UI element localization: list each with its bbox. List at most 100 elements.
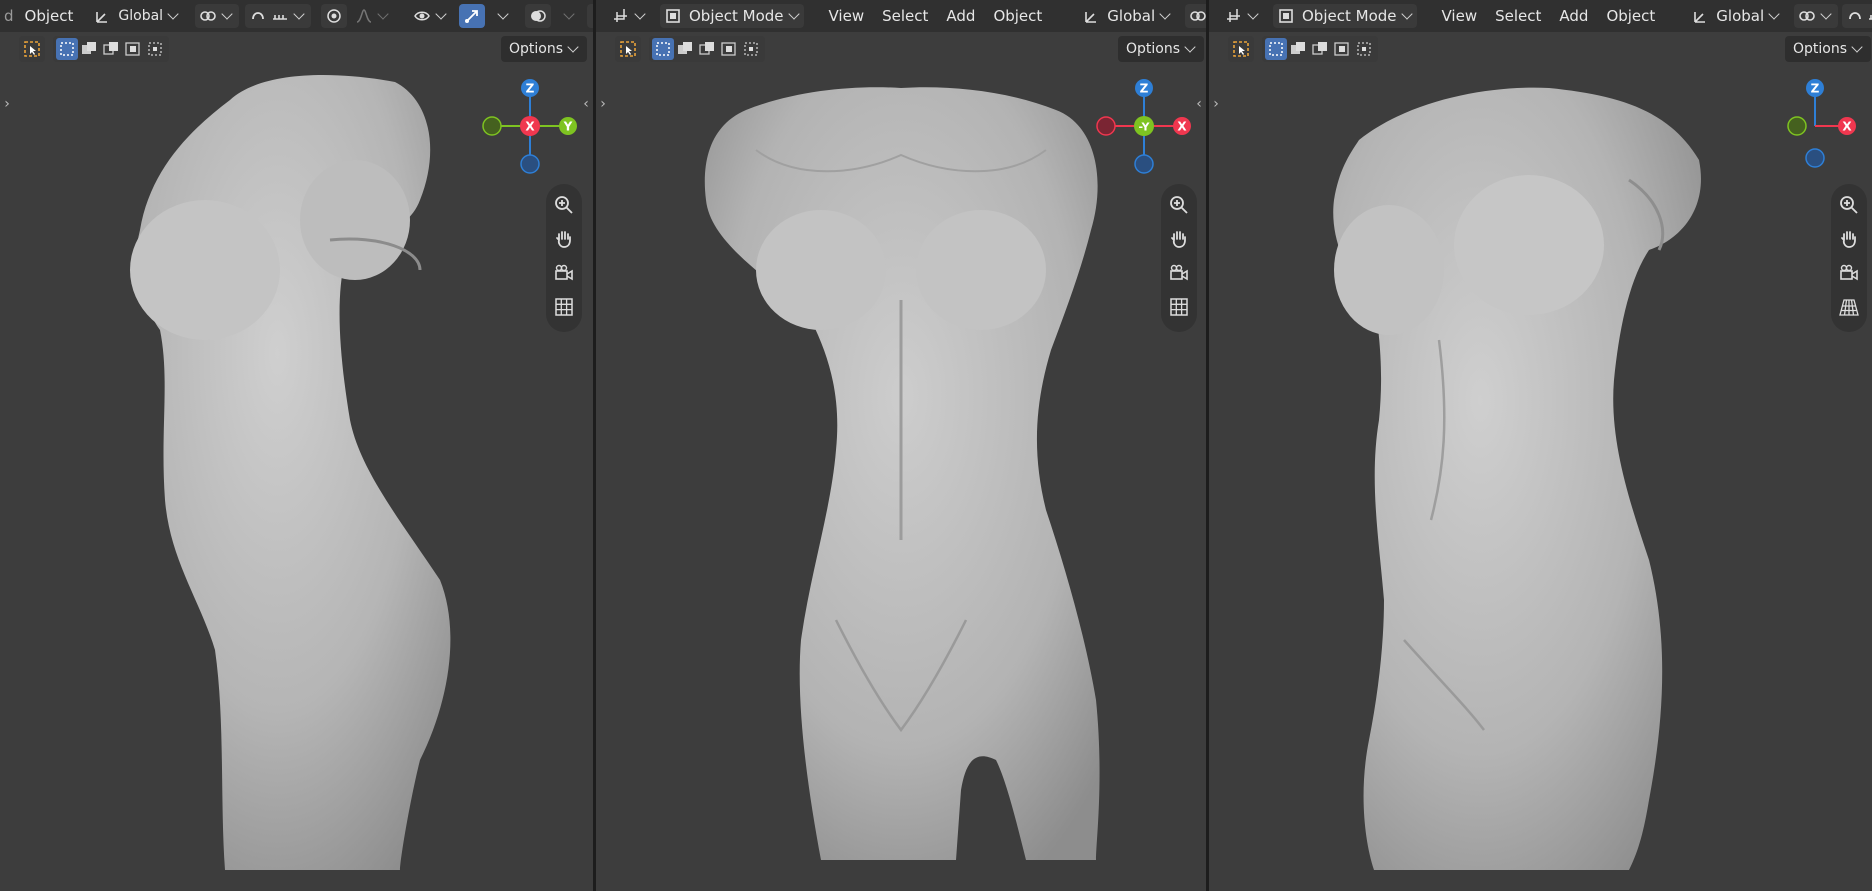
zoom-button[interactable] (1166, 194, 1192, 220)
truncated-menu-label[interactable]: d (0, 4, 16, 28)
selection-mode-group (53, 36, 169, 62)
navigation-gizmo[interactable]: Z X -Y (1096, 72, 1192, 182)
header-left: d Object Global (0, 0, 593, 32)
transform-orientation-dropdown[interactable]: Global (1688, 4, 1786, 28)
add-menu[interactable]: Add (1550, 4, 1597, 28)
increment-icon (271, 7, 289, 25)
select-invert-icon (1333, 40, 1351, 58)
gizmo-neg-z-axis[interactable] (520, 154, 540, 174)
chevron-down-icon (1247, 8, 1259, 20)
select-mode-extend[interactable] (674, 38, 696, 60)
editor-type-icon (1225, 7, 1243, 25)
toolbar-expand-arrow[interactable]: › (598, 94, 608, 114)
select-mode-new[interactable] (56, 38, 78, 60)
camera-view-button[interactable] (1836, 262, 1862, 288)
select-mode-invert[interactable] (718, 38, 740, 60)
interaction-mode-dropdown[interactable]: Object Mode (1273, 4, 1417, 28)
falloff-dropdown[interactable] (351, 4, 395, 28)
interaction-mode-dropdown[interactable]: Object Mode (660, 4, 804, 28)
ortho-toggle-button[interactable] (551, 296, 577, 322)
pan-hand-icon (1168, 228, 1190, 254)
visibility-dropdown[interactable] (409, 4, 453, 28)
viewport-right[interactable]: Object Mode View Select Add Object Globa… (1209, 0, 1872, 891)
camera-view-icon (553, 262, 575, 288)
select-subtract-icon (102, 40, 120, 58)
perspective-toggle-button[interactable] (1836, 296, 1862, 322)
pan-button[interactable] (551, 228, 577, 254)
object-menu[interactable]: Object (1597, 4, 1664, 28)
camera-view-button[interactable] (551, 262, 577, 288)
select-subtract-icon (698, 40, 716, 58)
camera-view-button[interactable] (1166, 262, 1192, 288)
chevron-down-icon (435, 8, 447, 20)
gizmo-neg-y-axis[interactable] (482, 116, 502, 136)
pan-button[interactable] (1836, 228, 1862, 254)
select-mode-extend[interactable] (78, 38, 100, 60)
ortho-toggle-button[interactable] (1166, 296, 1192, 322)
snap-toggle[interactable] (245, 4, 312, 28)
select-mode-subtract[interactable] (100, 38, 122, 60)
viewport-center[interactable]: Object Mode View Select Add Object Globa… (596, 0, 1206, 891)
proportional-edit-toggle[interactable] (321, 4, 348, 28)
editor-type-dropdown[interactable] (1221, 4, 1265, 28)
gizmo-dropdown[interactable] (489, 4, 515, 28)
chevron-down-icon (1159, 8, 1171, 20)
view-menu[interactable]: View (820, 4, 874, 28)
options-dropdown[interactable]: Options (1785, 36, 1872, 62)
select-tool-button[interactable] (615, 36, 641, 62)
gizmo-center-label: -Y (1139, 121, 1151, 134)
gizmo-up-label: Z (1811, 82, 1820, 96)
pivot-point-dropdown[interactable] (1794, 4, 1839, 28)
gizmo-neg-y-axis[interactable] (1787, 116, 1807, 136)
transform-orientation-dropdown[interactable]: Global (90, 4, 185, 28)
pan-hand-icon (553, 228, 575, 254)
proportional-edit-icon (325, 7, 343, 25)
select-tool-button[interactable] (1228, 36, 1254, 62)
gizmo-neg-z-axis[interactable] (1805, 148, 1825, 168)
viewport-left[interactable]: d Object Global Options › ‹ Z Y X (0, 0, 593, 891)
select-menu[interactable]: Select (1486, 4, 1550, 28)
snap-toggle[interactable] (1842, 4, 1872, 28)
options-dropdown[interactable]: Options (501, 36, 588, 62)
header-right: Object Mode View Select Add Object Globa… (1209, 0, 1872, 32)
perspective-grid-icon (1838, 296, 1860, 322)
select-mode-subtract[interactable] (1309, 38, 1331, 60)
gizmo-center-label: X (525, 120, 535, 134)
object-menu[interactable]: Object (984, 4, 1051, 28)
overlay-dropdown[interactable] (555, 4, 581, 28)
zoom-button[interactable] (551, 194, 577, 220)
overlay-toggle[interactable] (525, 4, 552, 28)
select-mode-extend[interactable] (1287, 38, 1309, 60)
sidebar-expand-arrow[interactable]: ‹ (1194, 94, 1204, 114)
select-mode-new[interactable] (1265, 38, 1287, 60)
select-menu[interactable]: Select (873, 4, 937, 28)
sidebar-expand-arrow[interactable]: ‹ (581, 94, 591, 114)
select-mode-subtract[interactable] (696, 38, 718, 60)
options-dropdown[interactable]: Options (1118, 36, 1205, 62)
gizmo-neg-z-axis[interactable] (1134, 154, 1154, 174)
select-tool-button[interactable] (19, 36, 45, 62)
add-menu[interactable]: Add (937, 4, 984, 28)
pivot-icon (1189, 7, 1206, 25)
toolbar-expand-arrow[interactable]: › (1211, 94, 1221, 114)
transform-orientation-dropdown[interactable]: Global (1079, 4, 1177, 28)
navigation-gizmo[interactable]: Z Y X (482, 72, 578, 182)
editor-type-dropdown[interactable] (608, 4, 652, 28)
gizmo-toggle[interactable] (459, 4, 486, 28)
pivot-point-dropdown[interactable] (1185, 4, 1206, 28)
object-menu[interactable]: Object (16, 4, 83, 28)
select-mode-invert[interactable] (1331, 38, 1353, 60)
view-menu[interactable]: View (1433, 4, 1487, 28)
select-mode-intersect[interactable] (1353, 38, 1375, 60)
gizmo-neg-x-axis[interactable] (1096, 116, 1116, 136)
select-mode-new[interactable] (652, 38, 674, 60)
select-mode-intersect[interactable] (740, 38, 762, 60)
zoom-button[interactable] (1836, 194, 1862, 220)
select-mode-invert[interactable] (122, 38, 144, 60)
pivot-point-dropdown[interactable] (195, 4, 240, 28)
toolbar-expand-arrow[interactable]: › (2, 94, 12, 114)
select-mode-intersect[interactable] (144, 38, 166, 60)
pan-button[interactable] (1166, 228, 1192, 254)
navigation-gizmo[interactable]: Z X (1775, 72, 1871, 182)
transform-orientation-icon (94, 7, 112, 25)
